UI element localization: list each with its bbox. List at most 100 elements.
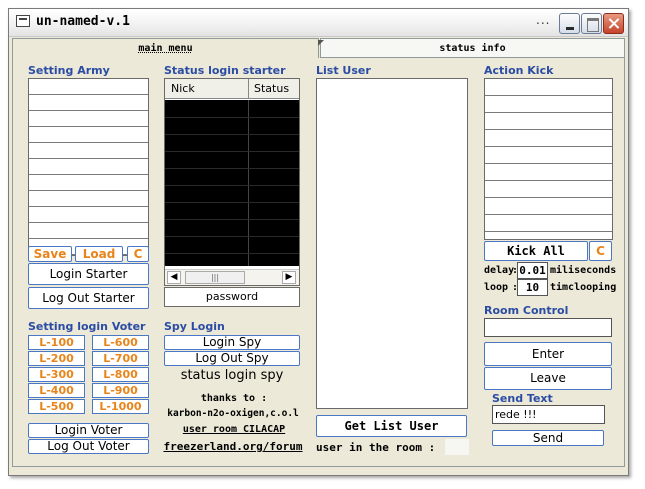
login-spy-button[interactable]: Login Spy [164,335,300,350]
status-login-table[interactable]: Nick Status ◀ ||| ▶ [164,78,300,286]
voter-level-button[interactable]: L-300 [28,367,85,382]
window-title: un-named-v.1 [36,14,130,29]
spy-status-label: status login spy [180,368,284,383]
horizontal-scrollbar[interactable]: ◀ ||| ▶ [165,269,299,285]
minimize-button[interactable] [559,13,580,34]
list-row[interactable] [485,164,612,181]
table-row-divider [165,219,299,220]
scroll-left-arrow-icon[interactable]: ◀ [167,271,181,284]
tab-separator-icon [318,40,324,56]
send-button[interactable]: Send [492,430,604,446]
spy-login-heading: Spy Login [164,320,225,333]
setting-voter-heading: Setting login Voter [28,320,146,333]
voter-level-button[interactable]: L-100 [28,335,85,350]
list-row[interactable] [485,130,612,147]
table-row-divider [165,253,299,254]
user-in-room-label: user in the room : [316,441,436,454]
list-row[interactable] [29,79,148,95]
list-row[interactable] [29,207,148,223]
login-voter-button[interactable]: Login Voter [28,423,149,438]
table-row-divider [165,151,299,152]
voter-level-button[interactable]: L-800 [92,367,149,382]
send-text-input[interactable]: rede !!! [492,405,605,424]
tab-status-info[interactable]: status info [320,38,625,58]
room-control-heading: Room Control [484,304,569,317]
credits-names: karbon-n2o-oxigen,c.o.l [167,408,299,419]
login-starter-button[interactable]: Login Starter [28,263,149,285]
logout-voter-button[interactable]: Log Out Voter [28,439,149,454]
leave-button[interactable]: Leave [484,367,612,390]
load-button[interactable]: Load [75,246,123,262]
list-row[interactable] [485,181,612,198]
voter-level-button[interactable]: L-400 [28,383,85,398]
list-row[interactable] [485,198,612,215]
kick-list[interactable] [484,78,613,240]
get-list-user-button[interactable]: Get List User [316,415,467,437]
loop-unit: timclooping [550,282,617,293]
kick-all-button[interactable]: Kick All [484,241,588,261]
list-row[interactable] [29,127,148,143]
clear-army-button[interactable]: C [127,246,149,262]
list-row[interactable] [29,159,148,175]
title-ellipsis: ... [536,13,551,27]
list-row[interactable] [485,96,612,113]
scroll-right-arrow-icon[interactable]: ▶ [282,271,296,284]
tab-main-menu-label: main menu [138,43,193,54]
list-row[interactable] [29,223,148,239]
list-row[interactable] [29,143,148,159]
app-icon [16,15,30,27]
enter-button[interactable]: Enter [484,342,612,366]
send-text-heading: Send Text [492,392,553,405]
action-kick-heading: Action Kick [484,64,554,77]
nick-column-header[interactable]: Nick [165,79,249,98]
tab-main-menu[interactable]: main menu [12,38,319,58]
delay-input[interactable]: 0.01 [517,262,548,279]
list-user-heading: List User [316,64,371,77]
table-row-divider [165,185,299,186]
password-field[interactable]: password [164,287,300,307]
voter-level-button[interactable]: L-900 [92,383,149,398]
credits-forum-link[interactable]: freezerland.org/forum [158,440,308,453]
list-row[interactable] [485,147,612,164]
user-count-value [445,439,469,455]
voter-level-button[interactable]: L-700 [92,351,149,366]
list-row[interactable] [485,215,612,232]
army-list[interactable] [28,78,149,256]
list-row[interactable] [29,191,148,207]
tab-status-info-label: status info [439,43,506,54]
logout-starter-button[interactable]: Log Out Starter [28,287,149,309]
credits-room[interactable]: user room CILACAP [160,424,308,435]
column-divider [248,100,249,266]
close-button[interactable] [603,13,624,34]
loop-label: loop [484,282,509,293]
list-row[interactable] [29,95,148,111]
voter-level-button[interactable]: L-600 [92,335,149,350]
list-row[interactable] [29,111,148,127]
status-table-body [165,100,299,266]
room-input[interactable] [484,318,612,337]
logout-spy-button[interactable]: Log Out Spy [164,351,300,366]
delay-label: delay [484,265,515,276]
clear-kick-button[interactable]: C [589,241,612,261]
loop-input[interactable]: 10 [517,279,548,296]
status-column-header[interactable]: Status [249,79,299,98]
table-row-divider [165,134,299,135]
voter-level-button[interactable]: L-500 [28,399,85,414]
setting-army-heading: Setting Army [28,64,110,77]
delay-unit: miliseconds [550,265,617,276]
scroll-thumb[interactable]: ||| [185,271,245,284]
credits-thanks: thanks to : [200,393,268,404]
save-button[interactable]: Save [28,246,72,262]
table-row-divider [165,202,299,203]
user-list[interactable] [316,78,468,409]
voter-level-button[interactable]: L-1000 [92,399,149,414]
maximize-button[interactable] [581,13,602,34]
list-row[interactable] [485,113,612,130]
table-row-divider [165,168,299,169]
table-row-divider [165,117,299,118]
list-row[interactable] [29,175,148,191]
status-login-heading: Status login starter [164,64,286,77]
voter-level-button[interactable]: L-200 [28,351,85,366]
table-row-divider [165,236,299,237]
list-row[interactable] [485,79,612,96]
